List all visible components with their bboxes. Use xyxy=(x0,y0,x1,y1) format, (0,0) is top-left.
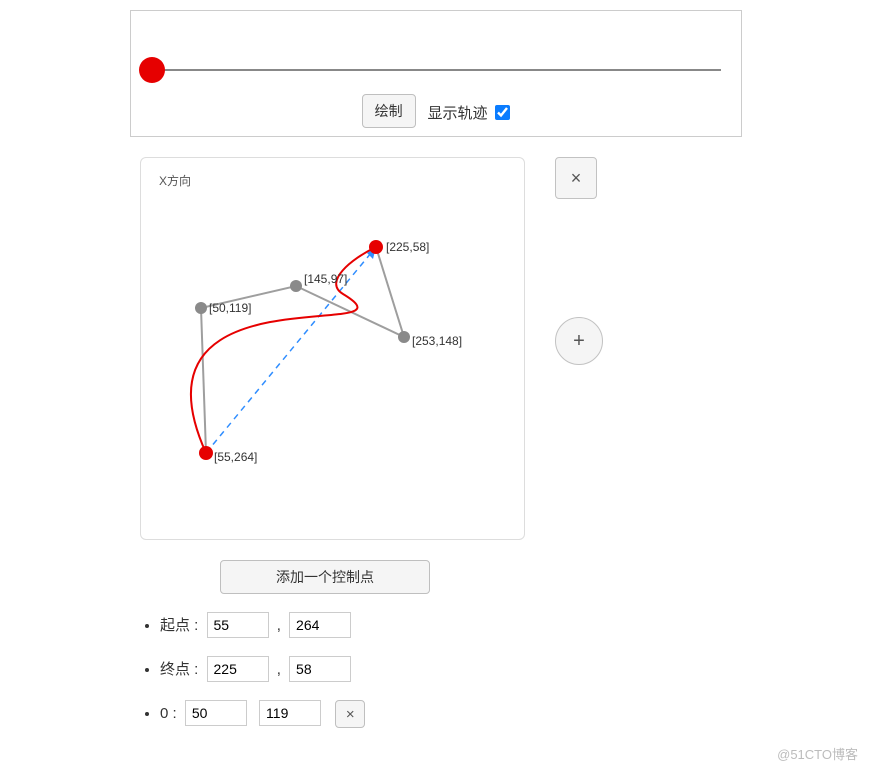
watermark: @51CTO博客 xyxy=(777,744,858,763)
point-label: [253,148] xyxy=(412,334,462,348)
canvas-title: X方向 xyxy=(159,172,514,189)
comma: , xyxy=(277,661,281,678)
point-label: [145,97] xyxy=(304,272,347,286)
start-x-input[interactable] xyxy=(207,612,269,638)
ctrl0-y-input[interactable] xyxy=(259,700,321,726)
points-list: 起点 : , 终点 : , 0 : × xyxy=(130,612,872,728)
end-label: 终点 : xyxy=(160,661,198,678)
slider[interactable] xyxy=(131,11,741,76)
controls-row: 绘制 显示轨迹 xyxy=(131,94,741,128)
show-trail-label: 显示轨迹 xyxy=(427,105,487,122)
bezier-canvas[interactable]: [55,264] [225,58] [50,119] [145,97] [253… xyxy=(151,189,511,519)
draw-button[interactable]: 绘制 xyxy=(362,94,416,128)
side-column: × + xyxy=(555,157,603,540)
slider-handle[interactable] xyxy=(139,57,165,83)
start-point[interactable] xyxy=(199,446,213,460)
comma: , xyxy=(277,617,281,634)
end-point[interactable] xyxy=(369,240,383,254)
control-polygon xyxy=(201,247,404,453)
bezier-curve xyxy=(191,247,376,453)
end-y-input[interactable] xyxy=(289,656,351,682)
end-x-input[interactable] xyxy=(207,656,269,682)
point-label: [225,58] xyxy=(386,240,429,254)
ctrl-point-2[interactable] xyxy=(398,331,410,343)
top-panel: 绘制 显示轨迹 xyxy=(130,10,742,137)
ctrl0-x-input[interactable] xyxy=(185,700,247,726)
point-label: [55,264] xyxy=(214,450,257,464)
list-item: 0 : × xyxy=(160,700,872,728)
add-circle-button[interactable]: + xyxy=(555,317,603,365)
canvas-card: X方向 [55,264] [225,58] [50,119] [145,97] … xyxy=(140,157,525,540)
close-button[interactable]: × xyxy=(555,157,597,199)
ctrl-point-0[interactable] xyxy=(195,302,207,314)
ctrl-point-1[interactable] xyxy=(290,280,302,292)
start-y-input[interactable] xyxy=(289,612,351,638)
start-label: 起点 : xyxy=(160,617,198,634)
list-item: 终点 : , xyxy=(160,656,872,682)
ctrl0-label: 0 : xyxy=(160,705,177,722)
guide-line xyxy=(206,247,376,453)
point-label: [50,119] xyxy=(209,301,251,315)
show-trail-checkbox[interactable] xyxy=(495,105,510,120)
slider-track xyxy=(151,69,721,71)
add-ctrl-point-button[interactable]: 添加一个控制点 xyxy=(220,560,430,594)
list-item: 起点 : , xyxy=(160,612,872,638)
remove-ctrl0-button[interactable]: × xyxy=(335,700,365,728)
